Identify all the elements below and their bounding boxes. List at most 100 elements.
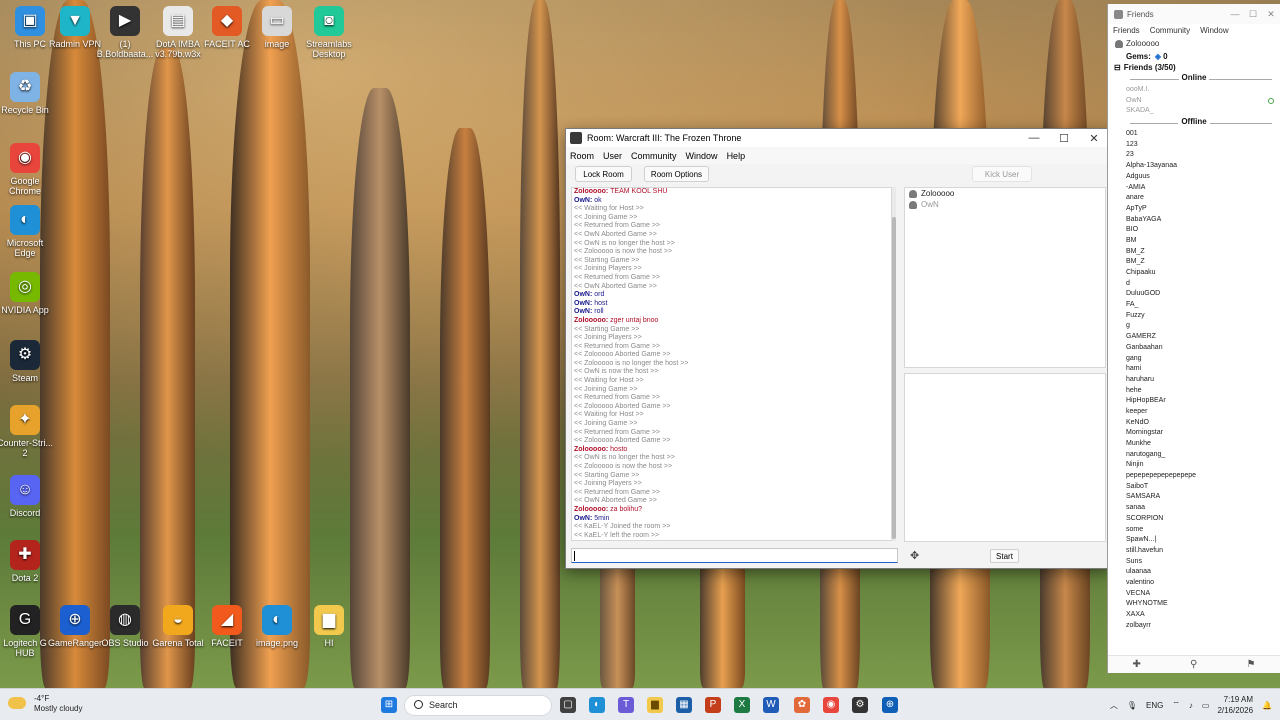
friend-row[interactable]: Suns <box>1108 557 1280 568</box>
maximize-icon[interactable]: ☐ <box>1049 132 1079 145</box>
room-titlebar[interactable]: Room: Warcraft III: The Frozen Throne — … <box>566 129 1109 147</box>
start-button[interactable]: Start <box>990 549 1019 563</box>
desktop-icon[interactable]: ◐ image.png <box>247 605 307 648</box>
friends-group-header[interactable]: ⊟ Friends (3/50) <box>1108 62 1280 73</box>
friend-row[interactable]: gang <box>1108 354 1280 365</box>
menu-window[interactable]: Window <box>686 151 718 161</box>
friend-row[interactable]: FA_ <box>1108 300 1280 311</box>
task-view-icon[interactable]: ▢ <box>560 697 576 713</box>
close-icon[interactable]: ✕ <box>1262 9 1280 20</box>
menu-friends[interactable]: Friends <box>1113 26 1140 35</box>
friend-row[interactable]: 23 <box>1108 150 1280 161</box>
friend-row[interactable]: still.havefun <box>1108 546 1280 557</box>
microphone-icon[interactable]: 🎙 <box>1127 701 1137 710</box>
desktop-icon[interactable]: ▆ HI <box>299 605 359 648</box>
friend-row[interactable]: oooM.I. <box>1108 85 1280 96</box>
steam-taskbar-icon[interactable]: ⚙ <box>852 697 868 713</box>
word-icon[interactable]: W <box>763 697 779 713</box>
friend-row[interactable]: valentino <box>1108 578 1280 589</box>
minimize-icon[interactable]: — <box>1019 132 1049 144</box>
friend-row[interactable]: HipHopBEAr <box>1108 396 1280 407</box>
friend-row[interactable]: SpawN...| <box>1108 535 1280 546</box>
desktop-icon[interactable]: ◎ NVIDIA App <box>0 272 55 315</box>
friend-row[interactable]: Fuzzy <box>1108 311 1280 322</box>
chevron-up-icon[interactable]: ︿ <box>1110 700 1118 711</box>
friend-row[interactable]: narutogang_ <box>1108 450 1280 461</box>
chrome-icon[interactable]: ◉ <box>823 697 839 713</box>
friend-row[interactable]: SCORPION <box>1108 514 1280 525</box>
friend-row[interactable]: BM_Z <box>1108 257 1280 268</box>
friend-row[interactable]: ApTyP <box>1108 204 1280 215</box>
friend-row[interactable]: VECNA <box>1108 589 1280 600</box>
friends-titlebar[interactable]: Friends — ☐ ✕ <box>1108 4 1280 24</box>
kick-user-button[interactable]: Kick User <box>972 166 1032 182</box>
friend-row[interactable]: anare <box>1108 193 1280 204</box>
friend-row[interactable]: some <box>1108 525 1280 536</box>
close-icon[interactable]: ✕ <box>1079 132 1109 145</box>
current-user[interactable]: Zolooooo <box>1108 37 1280 50</box>
desktop-icon[interactable]: ▶ (1) B.Boldbaata... <box>95 6 155 59</box>
friend-row[interactable]: Morningstar <box>1108 428 1280 439</box>
powerpoint-icon[interactable]: P <box>705 697 721 713</box>
friend-row[interactable]: DuluuGOD <box>1108 289 1280 300</box>
desktop-icon[interactable]: ◙ Streamlabs Desktop <box>299 6 359 59</box>
battery-icon[interactable]: ▭ <box>1202 701 1210 710</box>
language-indicator[interactable]: ENG <box>1146 701 1163 710</box>
friend-row[interactable]: Ninjin <box>1108 460 1280 471</box>
desktop-icon[interactable]: ♻ Recycle Bin <box>0 72 55 115</box>
menu-community[interactable]: Community <box>1150 26 1190 35</box>
friend-row[interactable]: OwN <box>1108 96 1280 107</box>
desktop-icon[interactable]: ◉ Google Chrome <box>0 143 55 196</box>
file-explorer-icon[interactable]: ▆ <box>647 697 663 713</box>
volume-icon[interactable]: ♪ <box>1189 701 1193 710</box>
chat-log[interactable]: Zolooooo: TEAM KOOL SHU OwN: ok << Waiting… <box>571 187 892 541</box>
add-friend-icon[interactable]: ✚ <box>1133 659 1141 670</box>
gameranger-taskbar-icon[interactable]: ⊕ <box>882 697 898 713</box>
settings-icon[interactable]: ✥ <box>910 549 919 562</box>
friend-row[interactable]: haruharu <box>1108 375 1280 386</box>
friend-row[interactable]: pepepepepepepepepe <box>1108 471 1280 482</box>
friend-row[interactable]: hehe <box>1108 386 1280 397</box>
friend-row[interactable]: 001 <box>1108 129 1280 140</box>
user-row[interactable]: Zolooooo <box>905 188 1105 199</box>
friend-row[interactable]: XAXA <box>1108 610 1280 621</box>
friend-row[interactable]: WHYNOTME <box>1108 599 1280 610</box>
desktop-icon[interactable]: ◍ OBS Studio <box>95 605 155 648</box>
lock-room-button[interactable]: Lock Room <box>575 166 632 182</box>
teams-icon[interactable]: T <box>618 697 634 713</box>
desktop-icon[interactable]: ✚ Dota 2 <box>0 540 55 583</box>
status-icon[interactable]: ⚑ <box>1246 659 1255 670</box>
friend-row[interactable]: Chipaaku <box>1108 268 1280 279</box>
friend-row[interactable]: KeNdO <box>1108 418 1280 429</box>
friend-row[interactable]: Adguus <box>1108 172 1280 183</box>
menu-user[interactable]: User <box>603 151 622 161</box>
desktop-icon[interactable]: ⚙ Steam <box>0 340 55 383</box>
chat-input[interactable] <box>571 548 898 563</box>
menu-help[interactable]: Help <box>727 151 746 161</box>
friend-row[interactable]: keeper <box>1108 407 1280 418</box>
menu-window[interactable]: Window <box>1200 26 1228 35</box>
friend-row[interactable]: SAMSARA <box>1108 492 1280 503</box>
friend-row[interactable]: BIO <box>1108 225 1280 236</box>
scrollbar-thumb[interactable] <box>892 217 896 539</box>
excel-icon[interactable]: X <box>734 697 750 713</box>
collapse-icon[interactable]: ⊟ <box>1114 63 1121 72</box>
edge-icon[interactable]: ◐ <box>589 697 605 713</box>
friend-row[interactable]: BabaYAGA <box>1108 215 1280 226</box>
friend-row[interactable]: ulaanaa <box>1108 567 1280 578</box>
friend-row[interactable]: GAMERZ <box>1108 332 1280 343</box>
network-icon[interactable]: ⌔ <box>1172 700 1180 710</box>
windows-start-icon[interactable]: ⊞ <box>381 697 397 713</box>
desktop-icon[interactable]: ✦ Counter-Stri... 2 <box>0 405 55 458</box>
friend-row[interactable]: g <box>1108 321 1280 332</box>
user-row[interactable]: OwN <box>905 199 1105 210</box>
friend-row[interactable]: hami <box>1108 364 1280 375</box>
chat-scrollbar[interactable] <box>892 187 896 541</box>
notifications-icon[interactable]: 🔔 <box>1262 701 1272 710</box>
friend-row[interactable]: BM_Z <box>1108 247 1280 258</box>
room-options-button[interactable]: Room Options <box>644 166 709 182</box>
desktop-icon[interactable]: ◐ Microsoft Edge <box>0 205 55 258</box>
minimize-icon[interactable]: — <box>1226 9 1244 19</box>
friend-row[interactable]: 123 <box>1108 140 1280 151</box>
friend-row[interactable]: Munkhe <box>1108 439 1280 450</box>
